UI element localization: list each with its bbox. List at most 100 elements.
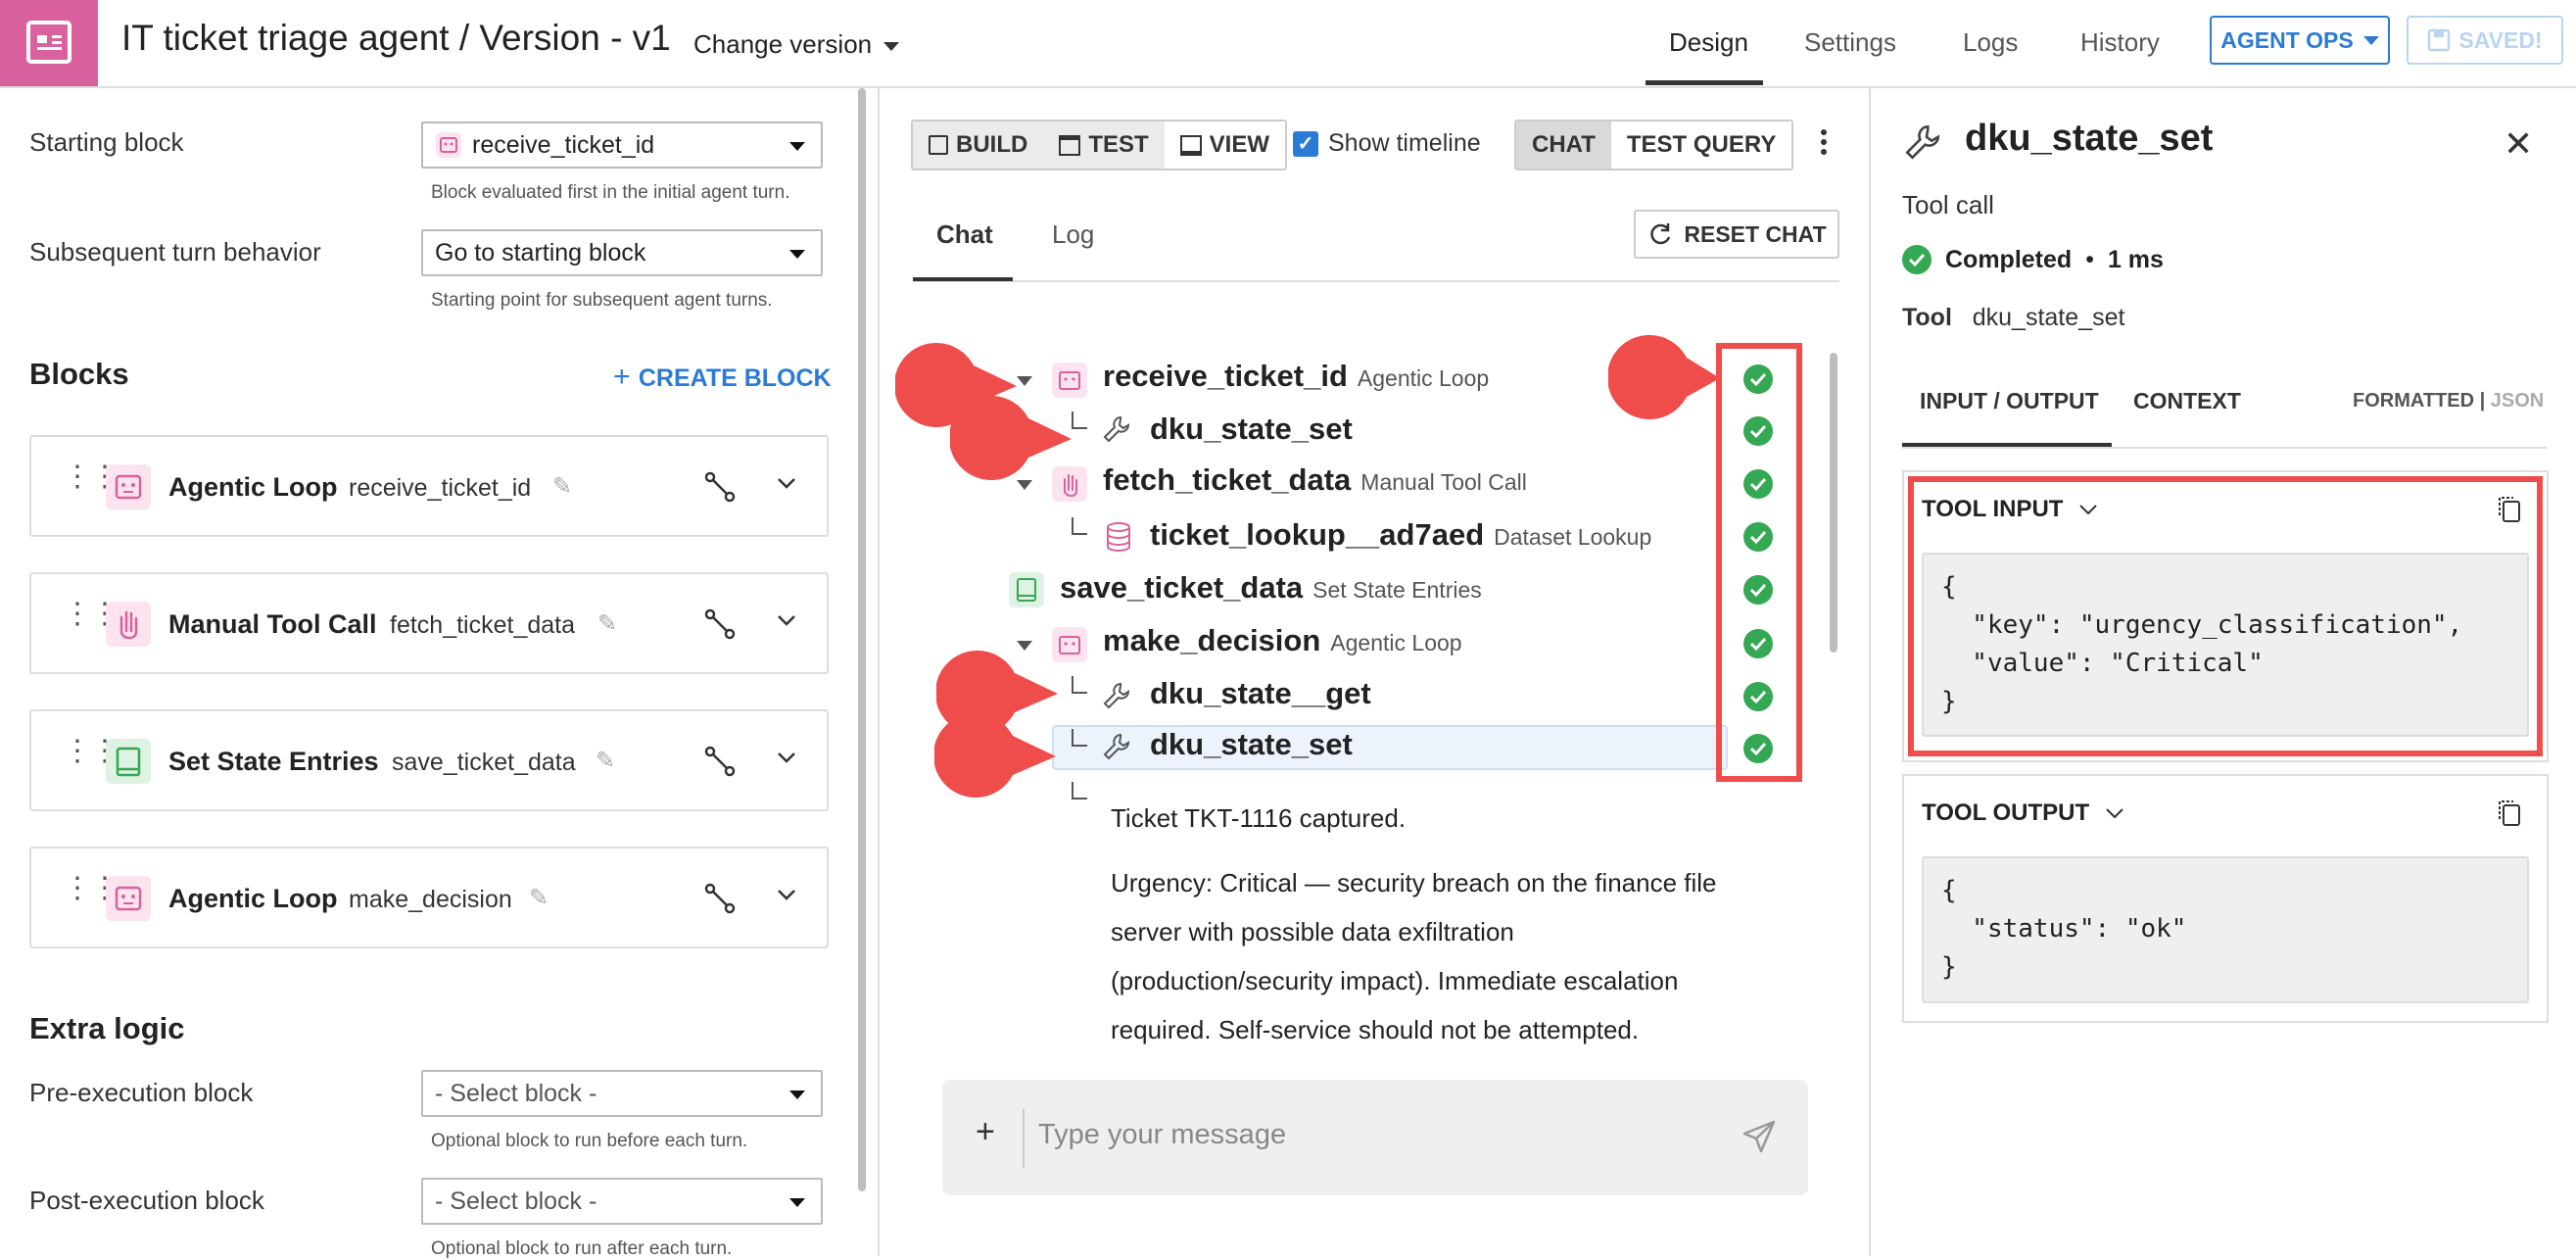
block-name: save_ticket_data xyxy=(392,749,576,776)
routing-icon[interactable] xyxy=(703,607,737,641)
chevron-down-icon[interactable] xyxy=(776,609,797,631)
timeline-row-save-ticket-data[interactable]: save_ticket_data Set State Entries xyxy=(1060,570,1482,606)
tab-chat[interactable]: Chat xyxy=(936,219,993,250)
post-execution-hint: Optional block to run after each turn. xyxy=(431,1238,733,1259)
blocks-heading: Blocks xyxy=(29,357,129,391)
starting-block-select[interactable]: receive_ticket_id xyxy=(421,121,823,169)
agentic-loop-icon xyxy=(106,464,151,509)
test-query-mode-button[interactable]: TEST QUERY xyxy=(1610,121,1792,169)
refresh-icon xyxy=(1650,223,1671,245)
message-paragraph: Ticket TKT-1116 captured. xyxy=(1111,803,1407,833)
tool-output-header[interactable]: TOOL OUTPUT xyxy=(1922,800,2124,827)
chat-scrollbar[interactable] xyxy=(1830,353,1837,653)
attach-plus-icon[interactable]: + xyxy=(976,1113,995,1151)
subsequent-turn-select[interactable]: Go to starting block xyxy=(421,229,823,276)
tab-input-output[interactable]: INPUT / OUTPUT xyxy=(1920,388,2099,414)
routing-icon[interactable] xyxy=(703,470,737,504)
edit-pencil-icon[interactable]: ✎ xyxy=(597,609,617,638)
chevron-down-icon xyxy=(2106,808,2123,819)
block-card-save-ticket-data[interactable]: ⋮⋮ Set State Entries save_ticket_data ✎ xyxy=(29,709,829,811)
routing-icon[interactable] xyxy=(703,882,737,915)
format-json[interactable]: JSON xyxy=(2491,390,2544,412)
edit-pencil-icon[interactable]: ✎ xyxy=(529,884,549,912)
block-card-receive-ticket-id[interactable]: ⋮⋮ Agentic Loop receive_ticket_id ✎ xyxy=(29,435,829,537)
close-icon[interactable]: ✕ xyxy=(2504,123,2533,165)
test-mode-button[interactable]: TEST xyxy=(1043,121,1164,169)
block-card-fetch-ticket-data[interactable]: ⋮⋮ Manual Tool Call fetch_ticket_data ✎ xyxy=(29,572,829,674)
block-card-make-decision[interactable]: ⋮⋮ Agentic Loop make_decision ✎ xyxy=(29,847,829,948)
composer-divider xyxy=(1023,1109,1025,1168)
send-icon[interactable] xyxy=(1741,1119,1777,1154)
format-toggle[interactable]: FORMATTED | JSON xyxy=(2353,390,2544,412)
nav-settings[interactable]: Settings xyxy=(1804,27,1896,58)
post-execution-select[interactable]: - Select block - xyxy=(421,1178,823,1225)
timeline-name: ticket_lookup__ad7aed xyxy=(1150,517,1485,552)
tree-connector xyxy=(1072,729,1087,747)
timeline-name: dku_state__get xyxy=(1150,676,1371,710)
timeline-name: make_decision xyxy=(1103,623,1321,657)
checkbox-checked-icon[interactable]: ✓ xyxy=(1293,130,1318,157)
panel-divider[interactable] xyxy=(878,88,880,1256)
page-title: IT ticket triage agent / Version - v1 xyxy=(121,18,671,58)
tool-output-title: TOOL OUTPUT xyxy=(1922,800,2090,826)
edit-pencil-icon[interactable]: ✎ xyxy=(596,747,615,775)
timeline-name: dku_state_set xyxy=(1150,412,1353,446)
chevron-down-icon[interactable] xyxy=(776,472,797,494)
create-block-button[interactable]: + CREATE BLOCK xyxy=(613,361,832,394)
nav-logs[interactable]: Logs xyxy=(1963,27,2018,58)
view-icon xyxy=(1179,134,1202,156)
message-input[interactable]: Type your message xyxy=(1038,1119,1286,1151)
saved-button[interactable]: SAVED! xyxy=(2407,16,2563,65)
callout-marker: 6 xyxy=(932,712,1056,871)
starting-block-hint: Block evaluated first in the initial age… xyxy=(431,182,790,203)
copy-icon[interactable] xyxy=(2496,798,2523,829)
agent-ops-button[interactable]: AGENT OPS xyxy=(2210,16,2390,65)
chevron-down-icon[interactable] xyxy=(776,747,797,768)
view-mode-button[interactable]: VIEW xyxy=(1164,121,1286,169)
reset-chat-button[interactable]: RESET CHAT xyxy=(1634,210,1839,259)
chat-mode-toggle-group: CHAT TEST QUERY xyxy=(1514,120,1794,170)
edit-pencil-icon[interactable]: ✎ xyxy=(552,472,572,501)
more-options-icon[interactable] xyxy=(1814,125,1834,165)
routing-icon[interactable] xyxy=(703,745,737,778)
extra-logic-heading: Extra logic xyxy=(29,1011,185,1045)
timeline-type: Set State Entries xyxy=(1312,577,1482,603)
block-type: Agentic Loop xyxy=(168,472,338,502)
nav-history[interactable]: History xyxy=(2080,27,2160,58)
timeline-row-dku-state-set-2[interactable]: dku_state_set xyxy=(1150,727,1353,762)
nav-active-indicator xyxy=(1646,80,1763,85)
tool-label: Tool xyxy=(1902,304,1952,331)
timeline-row-dku-state-set-1[interactable]: dku_state_set xyxy=(1150,412,1353,447)
starting-block-value: receive_ticket_id xyxy=(472,130,655,159)
create-block-label: CREATE BLOCK xyxy=(638,364,832,392)
tree-connector xyxy=(1072,517,1087,535)
format-formatted[interactable]: FORMATTED xyxy=(2353,390,2474,412)
agent-app-icon[interactable] xyxy=(0,0,98,86)
nav-design[interactable]: Design xyxy=(1669,27,1748,58)
chevron-down-icon xyxy=(789,250,805,259)
collapse-triangle-icon[interactable] xyxy=(1017,641,1032,651)
tab-log[interactable]: Log xyxy=(1052,219,1094,250)
chevron-down-icon xyxy=(2362,35,2379,45)
wrench-icon xyxy=(1103,733,1130,760)
pre-execution-select[interactable]: - Select block - xyxy=(421,1070,823,1117)
agentic-loop-icon xyxy=(436,132,461,158)
block-name: make_decision xyxy=(349,886,512,913)
timeline-row-dku-state-get[interactable]: dku_state__get xyxy=(1150,676,1371,711)
tab-context[interactable]: CONTEXT xyxy=(2133,388,2241,414)
chat-mode-button[interactable]: CHAT xyxy=(1516,121,1611,169)
left-panel-scrollbar[interactable] xyxy=(858,88,866,1191)
pre-execution-value: - Select block - xyxy=(435,1079,597,1107)
tree-connector xyxy=(1072,782,1087,800)
timeline-name: receive_ticket_id xyxy=(1103,359,1348,393)
timeline-row-fetch-ticket-data[interactable]: fetch_ticket_data Manual Tool Call xyxy=(1103,462,1527,498)
chevron-down-icon[interactable] xyxy=(776,884,797,905)
timeline-row-ticket-lookup[interactable]: ticket_lookup__ad7aed Dataset Lookup xyxy=(1150,517,1651,553)
timeline-row-receive-ticket-id[interactable]: receive_ticket_id Agentic Loop xyxy=(1103,359,1489,394)
callout-number: 4 xyxy=(978,501,1006,554)
build-mode-button[interactable]: BUILD xyxy=(913,121,1043,169)
show-timeline-toggle[interactable]: ✓ Show timeline xyxy=(1293,129,1481,158)
timeline-row-make-decision[interactable]: make_decision Agentic Loop xyxy=(1103,623,1462,658)
chevron-down-icon xyxy=(789,1198,805,1207)
change-version-dropdown[interactable]: Change version xyxy=(693,29,900,60)
